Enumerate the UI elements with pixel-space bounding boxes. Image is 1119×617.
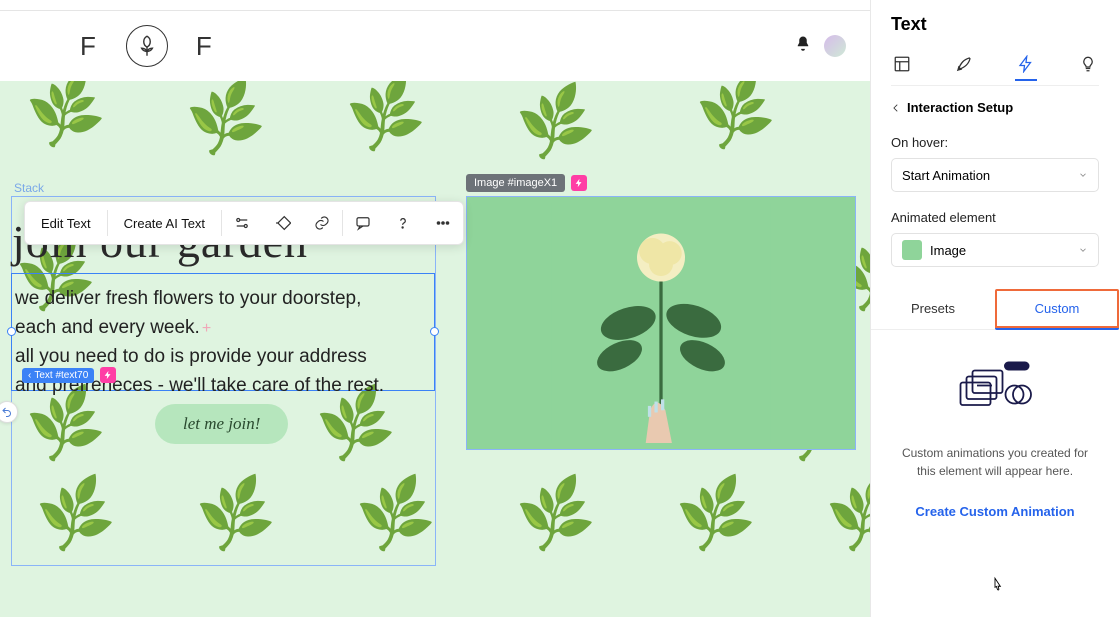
back-label: Interaction Setup: [907, 100, 1013, 115]
animation-subtabs: Presets Custom: [871, 289, 1119, 330]
bell-icon[interactable]: [794, 35, 812, 58]
edit-text-button[interactable]: Edit Text: [25, 202, 107, 244]
body-text[interactable]: we deliver fresh flowers to your doorste…: [15, 285, 425, 401]
text-context-toolbar: Edit Text Create AI Text: [24, 201, 464, 245]
ideas-tab-icon[interactable]: [1077, 53, 1099, 75]
brand-letter-left: F: [80, 31, 98, 62]
pointer-cursor-icon: [989, 576, 1007, 599]
resize-handle-right[interactable]: [430, 327, 439, 336]
text-chip: ‹Text #text70: [22, 368, 94, 383]
body-line-2: each and every week.: [15, 317, 200, 338]
hero-image[interactable]: [466, 196, 856, 450]
body-line-3: all you need to do is provide your addre…: [15, 346, 367, 367]
custom-animation-illustration-icon: [950, 360, 1040, 420]
animated-element-dropdown[interactable]: Image: [891, 233, 1099, 267]
body-line-1: we deliver fresh flowers to your doorste…: [15, 288, 361, 309]
panel-tab-row: [891, 53, 1099, 86]
more-icon[interactable]: [423, 202, 463, 244]
flower-logo-icon: [126, 25, 168, 67]
design-token-icon[interactable]: [222, 202, 262, 244]
editor-canvas[interactable]: 🌿 🌿 🌿 🌿 🌿 🌿 🌿 🌿 🌿 🌿 🌿 🌿 🌿 🌿 🌿 🌿 Stack jo…: [0, 81, 870, 617]
cta-button[interactable]: let me join!: [155, 404, 288, 444]
onhover-label: On hover:: [891, 135, 1099, 150]
help-icon[interactable]: [383, 202, 423, 244]
custom-empty-text: Custom animations you created for this e…: [900, 444, 1090, 480]
style-tab-icon[interactable]: [953, 53, 975, 75]
avatar[interactable]: [824, 35, 846, 57]
site-header: F F: [0, 11, 870, 81]
chevron-down-icon: [1078, 245, 1088, 255]
animation-icon[interactable]: [262, 202, 302, 244]
link-icon[interactable]: [302, 202, 342, 244]
image-element-tag[interactable]: Image #imageX1: [466, 174, 587, 192]
image-chip: Image #imageX1: [466, 174, 565, 192]
top-strip: [0, 0, 870, 10]
brand-letter-right: F: [196, 31, 214, 62]
lightning-icon[interactable]: [100, 367, 116, 383]
stack-label[interactable]: Stack: [14, 181, 44, 195]
panel-title: Text: [891, 14, 1099, 35]
animated-element-value: Image: [930, 243, 966, 258]
layout-tab-icon[interactable]: [891, 53, 913, 75]
interactions-tab-icon[interactable]: [1015, 59, 1037, 81]
onhover-dropdown[interactable]: Start Animation: [891, 158, 1099, 192]
create-ai-text-button[interactable]: Create AI Text: [108, 202, 221, 244]
back-interaction-setup[interactable]: Interaction Setup: [891, 100, 1099, 115]
brand: F F: [80, 25, 214, 67]
lightning-icon[interactable]: [571, 175, 587, 191]
inspector-panel: Text Interaction Setup On hover: Start A…: [870, 0, 1119, 617]
custom-animation-empty: Custom animations you created for this e…: [891, 330, 1099, 617]
animated-element-label: Animated element: [891, 210, 1099, 225]
tab-custom[interactable]: Custom: [995, 289, 1119, 330]
header-tools: [794, 35, 846, 58]
cursor-plus-icon: +: [202, 320, 211, 337]
comment-icon[interactable]: [343, 202, 383, 244]
create-custom-animation-link[interactable]: Create Custom Animation: [915, 504, 1074, 519]
onhover-value: Start Animation: [902, 168, 990, 183]
tab-presets[interactable]: Presets: [871, 289, 995, 329]
chevron-down-icon: [1078, 170, 1088, 180]
chevron-left-icon: ‹: [28, 370, 31, 381]
image-thumb-icon: [902, 240, 922, 260]
text-element-tag[interactable]: ‹Text #text70: [22, 367, 116, 383]
